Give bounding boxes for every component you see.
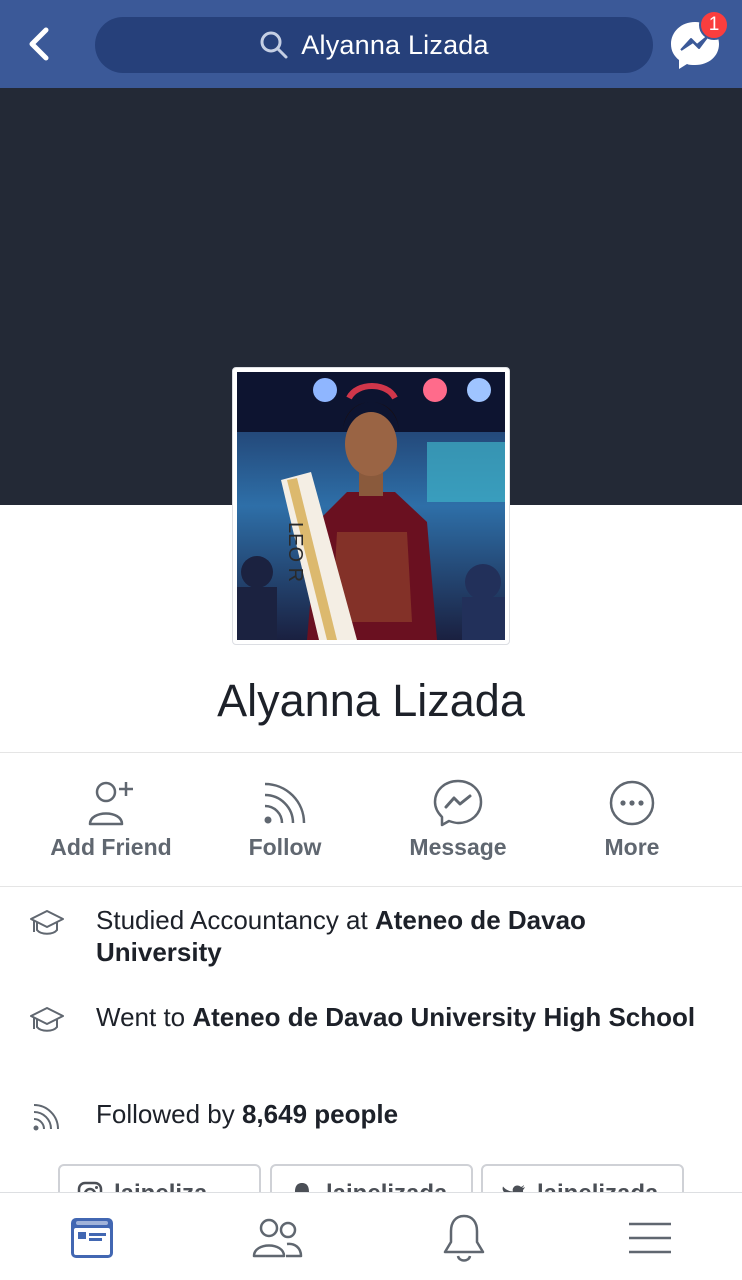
profile-picture[interactable]: LEO R <box>232 367 510 645</box>
profile-actions: Add Friend Follow Message More <box>0 770 742 880</box>
message-button[interactable]: Message <box>383 770 533 870</box>
followers-prefix: Followed by <box>96 1099 242 1129</box>
top-navigation-bar: Alyanna Lizada 1 <box>0 0 742 88</box>
followers-count: 8,649 people <box>241 1099 399 1129</box>
divider <box>0 752 742 753</box>
more-button[interactable]: More <box>557 770 707 870</box>
instagram-handle: laineliza <box>114 1180 207 1192</box>
follow-button[interactable]: Follow <box>210 770 360 870</box>
tab-friends[interactable] <box>247 1211 307 1265</box>
profile-photo-image: LEO R <box>237 372 505 640</box>
profile-name: Alyanna Lizada <box>217 675 525 726</box>
education-text: Studied Accountancy at Ateneo de Davao U… <box>96 904 696 968</box>
back-arrow-icon <box>29 27 49 61</box>
follow-icon <box>258 776 312 830</box>
instagram-link[interactable]: laineliza <box>58 1164 261 1192</box>
followers-text: Followed by 8,649 people <box>96 1098 696 1130</box>
tab-notifications[interactable] <box>434 1211 494 1265</box>
search-query-text: Alyanna Lizada <box>301 29 489 60</box>
follow-icon <box>28 1100 66 1134</box>
graduation-cap-icon <box>28 906 66 940</box>
snapchat-icon <box>295 1183 309 1192</box>
snapchat-link[interactable]: lainelizada <box>270 1164 473 1192</box>
twitter-link[interactable]: lainelizada <box>481 1164 684 1192</box>
social-links: laineliza lainelizada lainelizada <box>0 1162 742 1192</box>
school-link[interactable]: Ateneo de Davao University High School <box>192 1002 695 1032</box>
twitter-icon <box>502 1185 525 1192</box>
notifications-icon <box>443 1214 485 1262</box>
education-prefix: Went to <box>96 1002 193 1032</box>
divider <box>0 886 742 887</box>
messenger-icon <box>431 776 485 830</box>
add-friend-button[interactable]: Add Friend <box>36 770 186 870</box>
notification-badge: 1 <box>699 10 729 40</box>
more-label: More <box>604 834 660 860</box>
more-icon <box>605 776 659 830</box>
add-friend-icon <box>84 776 138 830</box>
graduation-cap-icon <box>28 1003 66 1037</box>
message-label: Message <box>409 834 507 860</box>
search-input[interactable]: Alyanna Lizada <box>95 17 653 73</box>
bottom-tab-bar <box>0 1192 742 1280</box>
follow-label: Follow <box>248 834 322 860</box>
twitter-handle: lainelizada <box>537 1180 658 1192</box>
friends-icon <box>252 1218 303 1258</box>
tab-news-feed[interactable] <box>62 1211 122 1265</box>
add-friend-label: Add Friend <box>50 834 172 860</box>
instagram-icon <box>77 1181 103 1192</box>
tab-menu[interactable] <box>620 1211 680 1265</box>
news-feed-icon <box>71 1218 113 1258</box>
education-text: Went to Ateneo de Davao University High … <box>96 1001 696 1033</box>
sash-text: LEO R <box>284 522 306 582</box>
snapchat-handle: lainelizada <box>326 1180 447 1192</box>
education-prefix: Studied Accountancy at <box>96 905 375 935</box>
menu-icon <box>629 1222 671 1254</box>
back-button[interactable] <box>18 22 62 66</box>
search-icon <box>259 30 289 60</box>
